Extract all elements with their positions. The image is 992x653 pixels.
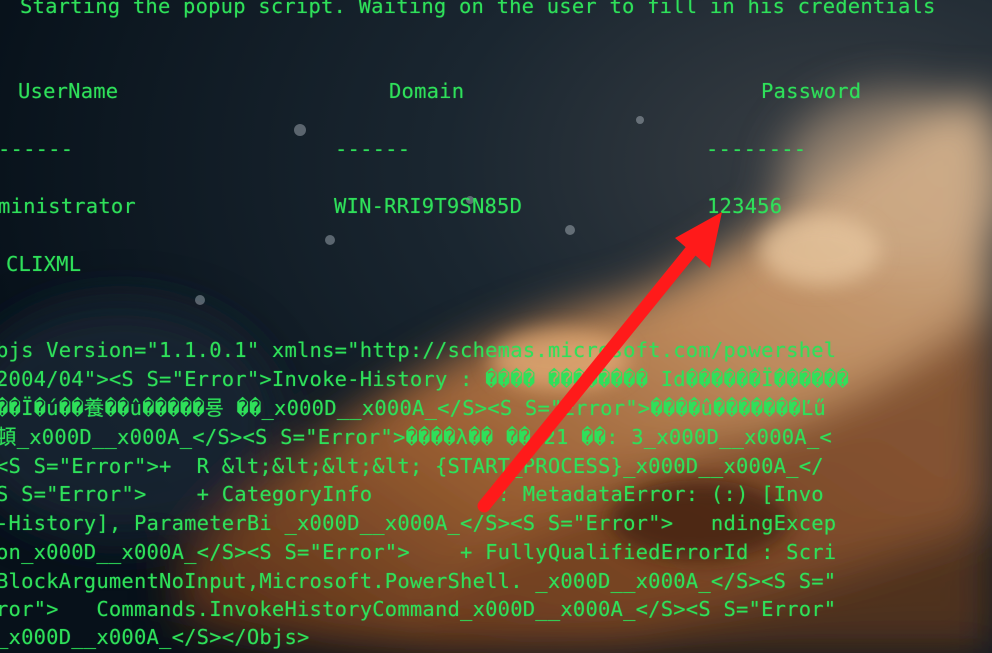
clixml-line: <S S="Error">+ R &lt;&lt;&lt;&lt; {START… (0, 454, 824, 478)
clixml-line: ror"> Commands.InvokeHistoryCommand_x000… (0, 597, 837, 621)
separator-password: -------- (706, 137, 807, 161)
row-domain: WIN-RRI9T9SN85D (334, 194, 523, 218)
status-line: Starting the popup script. Waiting on th… (20, 0, 936, 18)
column-header-username: UserName (18, 79, 119, 103)
column-header-password: Password (761, 79, 862, 103)
clixml-line: S S="Error"> + CategoryInfo : MetadataEr… (0, 482, 824, 506)
clixml-line: BlockArgumentNoInput,Microsoft.PowerShel… (0, 569, 837, 593)
clixml-marker: CLIXML (6, 252, 82, 276)
clixml-line: 頓_x000D__x000A_</S><S S="Error">����λ�� … (0, 425, 832, 449)
clixml-line: bjs Version="1.1.0.1" xmlns="http://sche… (0, 338, 837, 362)
separator-username: ------ (0, 137, 74, 161)
clixml-line: 2004/04"><S S="Error">Invoke-History : �… (0, 367, 849, 391)
row-password: 123456 (707, 194, 783, 218)
clixml-line: ��Ï�ú��養��û�����룡 ��_x000D__x000A_</S><S… (0, 396, 826, 420)
clixml-line: on_x000D__x000A_</S><S S="Error"> + Full… (0, 540, 837, 564)
row-username: ministrator (0, 194, 136, 218)
separator-domain: ------ (335, 137, 411, 161)
powershell-terminal: Starting the popup script. Waiting on th… (0, 0, 992, 653)
clixml-line: -History], ParameterBi _x000D__x000A_</S… (0, 511, 837, 535)
column-header-domain: Domain (389, 79, 465, 103)
clixml-line: _x000D__x000A_</S></Objs> (0, 625, 310, 649)
